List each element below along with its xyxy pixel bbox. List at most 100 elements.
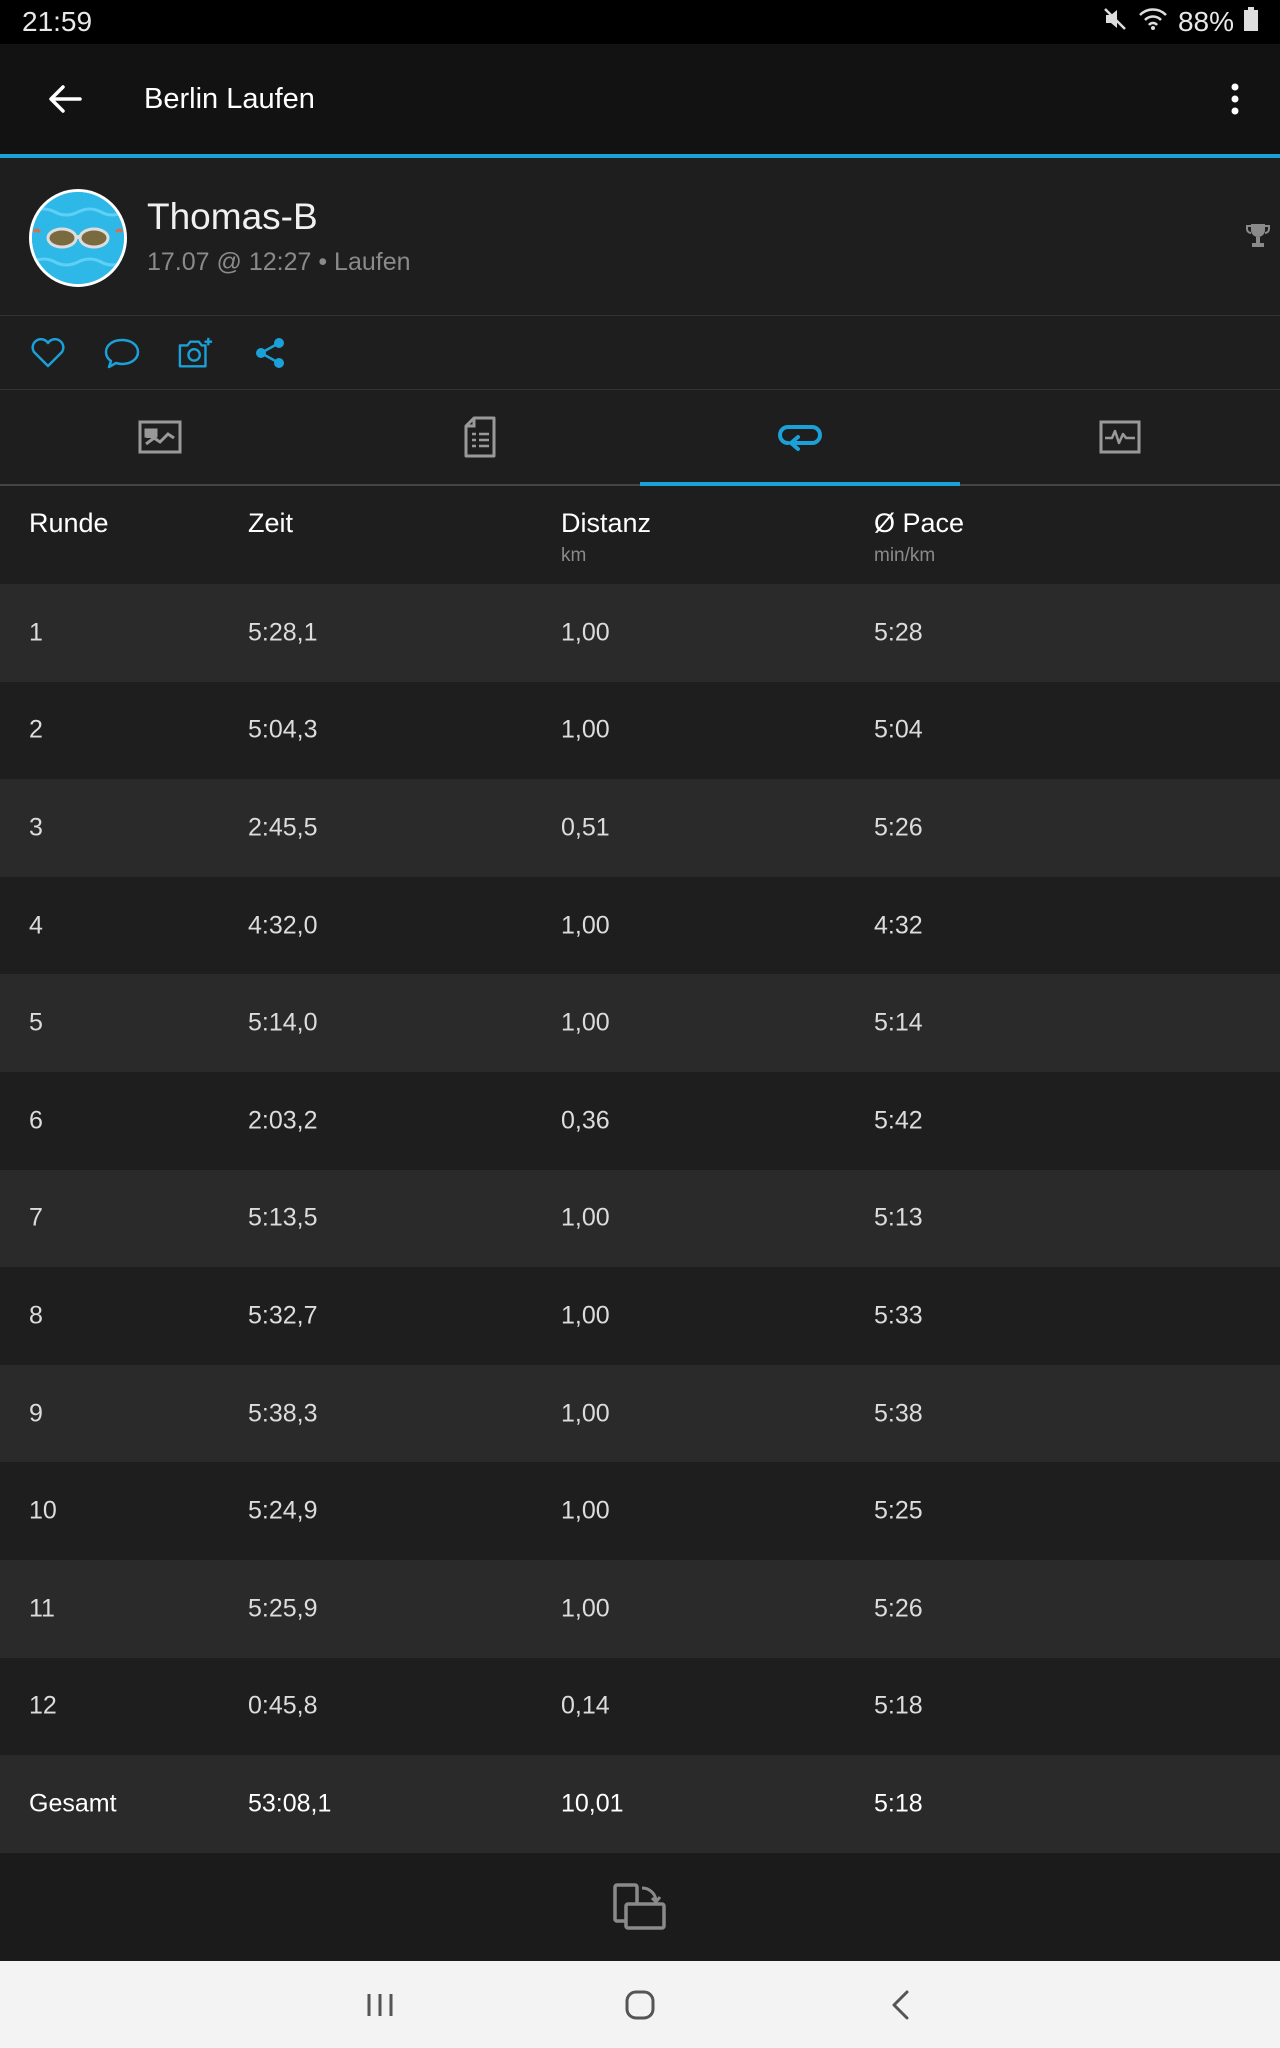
- total-distance: 10,01: [561, 1789, 624, 1818]
- activity-header: Thomas-B 17.07 @ 12:27 • Laufen: [0, 162, 1280, 316]
- laps-tab-icon: [778, 425, 822, 451]
- lap-time: 5:24,9: [248, 1496, 318, 1525]
- total-row: Gesamt 53:08,1 10,01 5:18: [0, 1755, 1280, 1853]
- pace-unit: min/km: [874, 545, 936, 566]
- lap-distance: 1,00: [561, 715, 610, 744]
- lap-distance: 0,14: [561, 1691, 610, 1720]
- avatar[interactable]: [29, 189, 127, 287]
- status-time: 21:59: [22, 6, 93, 37]
- lap-pace: 5:13: [874, 1203, 923, 1232]
- lap-time: 5:14,0: [248, 1008, 318, 1037]
- activity-tabs: [0, 390, 1280, 486]
- moon-icon: [102, 6, 120, 38]
- lap-distance: 1,00: [561, 911, 610, 940]
- system-navigation-bar: [0, 1961, 1280, 2048]
- table-row[interactable]: 10 5:24,9 1,00 5:25: [0, 1462, 1280, 1560]
- lap-pace: 5:14: [874, 1008, 923, 1037]
- status-bar: 21:59 88%: [0, 0, 1280, 44]
- lap-number: 9: [29, 1399, 43, 1428]
- lap-number: 8: [29, 1301, 43, 1330]
- lap-number: 2: [29, 715, 43, 744]
- lap-number: 1: [29, 618, 43, 647]
- add-photo-icon: [178, 337, 213, 367]
- lap-time: 0:45,8: [248, 1691, 318, 1720]
- comment-button[interactable]: [104, 335, 140, 371]
- column-header-pace: Ø Pace min/km: [874, 508, 965, 566]
- battery-level: 88%: [1177, 6, 1234, 37]
- lap-pace: 5:42: [874, 1106, 923, 1135]
- table-row[interactable]: 9 5:38,3 1,00 5:38: [0, 1364, 1280, 1463]
- total-time: 53:08,1: [248, 1789, 332, 1818]
- lap-distance: 1,00: [561, 1496, 610, 1525]
- tab-details[interactable]: [320, 390, 640, 484]
- lap-distance: 1,00: [561, 1594, 610, 1623]
- page-title: Berlin Laufen: [144, 82, 315, 115]
- lap-time: 5:04,3: [248, 715, 318, 744]
- action-bar: [0, 316, 1280, 390]
- lap-distance: 1,00: [561, 1008, 610, 1037]
- lap-time: 2:45,5: [248, 813, 318, 842]
- wifi-icon: [1138, 6, 1168, 38]
- column-header-time: Zeit: [248, 508, 294, 538]
- trophy-icon[interactable]: [1246, 222, 1270, 255]
- lap-pace: 5:33: [874, 1301, 923, 1330]
- table-row[interactable]: 6 2:03,2 0,36 5:42: [0, 1071, 1280, 1170]
- share-button[interactable]: [252, 335, 288, 371]
- mute-icon: [1102, 6, 1128, 39]
- table-row[interactable]: 1 5:28,1 1,00 5:28: [0, 584, 1280, 682]
- table-row[interactable]: 11 5:25,9 1,00 5:26: [0, 1559, 1280, 1658]
- lap-number: 7: [29, 1203, 43, 1232]
- lap-number: 3: [29, 813, 43, 842]
- lap-number: 4: [29, 911, 43, 940]
- lap-distance: 1,00: [561, 1399, 610, 1428]
- lap-time: 5:13,5: [248, 1203, 318, 1232]
- chevron-left-icon: [892, 1990, 909, 2019]
- add-photo-button[interactable]: [178, 335, 214, 371]
- lap-number: 11: [29, 1594, 55, 1623]
- lap-time: 5:38,3: [248, 1399, 318, 1428]
- export-icon: [613, 1883, 666, 1930]
- table-row[interactable]: 8 5:32,7 1,00 5:33: [0, 1267, 1280, 1365]
- home-icon: [625, 1990, 655, 2019]
- laps-table: Runde Zeit Distanz km Ø Pace min/km 1 5:28…: [0, 486, 1280, 1853]
- table-row[interactable]: 5 5:14,0 1,00 5:14: [0, 974, 1280, 1072]
- back-arrow-icon: [49, 85, 82, 113]
- column-header-distance: Distanz km: [561, 508, 652, 566]
- like-button[interactable]: [30, 335, 66, 371]
- athlete-name: Thomas-B: [147, 196, 318, 237]
- lap-distance: 0,51: [561, 813, 610, 842]
- recent-apps-button[interactable]: [350, 1975, 410, 2035]
- lap-distance: 1,00: [561, 1301, 610, 1330]
- lap-distance: 1,00: [561, 1203, 610, 1232]
- table-row[interactable]: 7 5:13,5 1,00 5:13: [0, 1169, 1280, 1268]
- home-button[interactable]: [610, 1975, 670, 2035]
- export-button[interactable]: [610, 1877, 670, 1937]
- tab-map[interactable]: [0, 390, 320, 484]
- app-bar: Berlin Laufen: [0, 44, 1280, 158]
- lap-distance: 0,36: [561, 1106, 610, 1135]
- tab-charts[interactable]: [960, 390, 1280, 484]
- back-button[interactable]: [0, 44, 130, 154]
- lap-number: 12: [29, 1691, 57, 1720]
- lap-pace: 5:28: [874, 618, 923, 647]
- bottom-toolbar: [0, 1853, 1280, 1961]
- activity-meta: 17.07 @ 12:27 • Laufen: [147, 248, 411, 276]
- tab-laps[interactable]: [640, 390, 960, 486]
- table-row[interactable]: 12 0:45,8 0,14 5:18: [0, 1657, 1280, 1756]
- table-header: Runde Zeit Distanz km Ø Pace min/km: [0, 486, 1280, 584]
- table-row[interactable]: 2 5:04,3 1,00 5:04: [0, 681, 1280, 780]
- lap-pace: 5:26: [874, 813, 923, 842]
- heart-icon: [31, 337, 65, 367]
- total-pace: 5:18: [874, 1789, 923, 1818]
- total-label: Gesamt: [29, 1789, 117, 1818]
- overflow-menu-button[interactable]: [1190, 44, 1280, 154]
- lap-pace: 4:32: [874, 911, 923, 940]
- battery-icon: [1244, 6, 1258, 38]
- system-back-button[interactable]: [870, 1975, 930, 2035]
- table-row[interactable]: 3 2:45,5 0,51 5:26: [0, 779, 1280, 877]
- table-row[interactable]: 4 4:32,0 1,00 4:32: [0, 876, 1280, 975]
- distance-unit: km: [561, 545, 587, 566]
- more-vert-icon: [1231, 83, 1239, 115]
- lap-pace: 5:18: [874, 1691, 923, 1720]
- lap-pace: 5:38: [874, 1399, 923, 1428]
